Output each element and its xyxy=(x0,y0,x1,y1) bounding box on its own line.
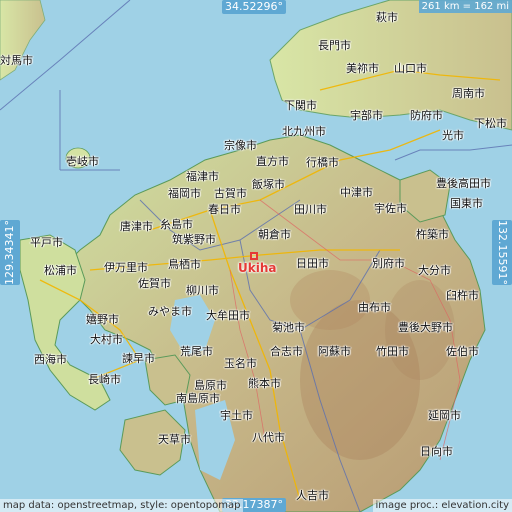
city-label: 菊池市 xyxy=(272,321,305,334)
attribution-left: map data: openstreetmap, style: opentopo… xyxy=(0,499,244,512)
city-label: 熊本市 xyxy=(248,377,281,390)
attribution-right: image proc.: elevation.city xyxy=(372,499,512,512)
east-coordinate: 132.15591° xyxy=(492,220,512,285)
city-label: 壱岐市 xyxy=(66,155,99,168)
city-label: 豊後大野市 xyxy=(398,321,453,334)
city-label: 北九州市 xyxy=(282,125,326,138)
city-label: 人吉市 xyxy=(296,489,329,502)
scale-bar: 261 km = 162 mi xyxy=(418,0,512,13)
city-label: 山口市 xyxy=(394,62,427,75)
west-coordinate: 129.34341° xyxy=(0,220,20,285)
city-label: 諫早市 xyxy=(122,352,155,365)
city-label: 嬉野市 xyxy=(86,313,119,326)
city-label: 下関市 xyxy=(284,99,317,112)
city-label: 玉名市 xyxy=(224,357,257,370)
city-label: 臼杵市 xyxy=(446,289,479,302)
city-label: 国東市 xyxy=(450,197,483,210)
city-label: 福津市 xyxy=(186,170,219,183)
city-label: 延岡市 xyxy=(428,409,461,422)
location-marker[interactable] xyxy=(250,252,258,260)
north-coordinate: 34.52296° xyxy=(222,0,286,14)
city-label: 唐津市 xyxy=(120,220,153,233)
city-label: 佐賀市 xyxy=(138,277,171,290)
city-label: 八代市 xyxy=(252,431,285,444)
city-label: 宇土市 xyxy=(220,409,253,422)
city-label: 由布市 xyxy=(358,301,391,314)
city-label: 大村市 xyxy=(90,333,123,346)
city-label: 大分市 xyxy=(418,264,451,277)
city-label: 古賀市 xyxy=(214,187,247,200)
city-label: 松浦市 xyxy=(44,264,77,277)
place-label: Ukiha xyxy=(238,261,277,275)
city-label: 朝倉市 xyxy=(258,228,291,241)
city-label: 竹田市 xyxy=(376,345,409,358)
city-label: 筑紫野市 xyxy=(172,233,216,246)
city-label: 鳥栖市 xyxy=(168,258,201,271)
city-label: 長崎市 xyxy=(88,373,121,386)
city-label: 日向市 xyxy=(420,445,453,458)
city-label: 下松市 xyxy=(474,117,507,130)
city-label: 萩市 xyxy=(376,11,398,24)
city-label: 平戸市 xyxy=(30,236,63,249)
city-label: 福岡市 xyxy=(168,187,201,200)
city-label: 糸島市 xyxy=(160,218,193,231)
city-label: 中津市 xyxy=(340,186,373,199)
city-label: 美祢市 xyxy=(346,62,379,75)
city-label: 長門市 xyxy=(318,39,351,52)
city-label: 宇佐市 xyxy=(374,202,407,215)
city-label: 直方市 xyxy=(256,155,289,168)
city-label: 日田市 xyxy=(296,257,329,270)
city-label: 飯塚市 xyxy=(252,178,285,191)
city-label: 春日市 xyxy=(208,203,241,216)
city-label: 光市 xyxy=(442,129,464,142)
city-label: 南島原市 xyxy=(176,392,220,405)
city-label: 天草市 xyxy=(158,433,191,446)
city-label: 宇部市 xyxy=(350,109,383,122)
city-label: 荒尾市 xyxy=(180,345,213,358)
city-label: 田川市 xyxy=(294,203,327,216)
city-label: 杵築市 xyxy=(416,228,449,241)
city-label: みやま市 xyxy=(148,305,192,318)
city-label: 西海市 xyxy=(34,353,67,366)
map-view[interactable]: Ukiha 萩市 長門市 美祢市 山口市 周南市 下関市 宇部市 防府市 下松市… xyxy=(0,0,512,512)
city-label: 別府市 xyxy=(372,257,405,270)
city-label: 対馬市 xyxy=(0,54,33,67)
city-label: 大牟田市 xyxy=(206,309,250,322)
city-label: 宗像市 xyxy=(224,139,257,152)
city-label: 柳川市 xyxy=(186,284,219,297)
city-label: 伊万里市 xyxy=(104,261,148,274)
city-label: 行橋市 xyxy=(306,156,339,169)
city-label: 周南市 xyxy=(452,87,485,100)
city-label: 合志市 xyxy=(270,345,303,358)
city-label: 防府市 xyxy=(410,109,443,122)
city-label: 豊後高田市 xyxy=(436,177,491,190)
city-label: 島原市 xyxy=(194,379,227,392)
city-label: 阿蘇市 xyxy=(318,345,351,358)
city-label: 佐伯市 xyxy=(446,345,479,358)
